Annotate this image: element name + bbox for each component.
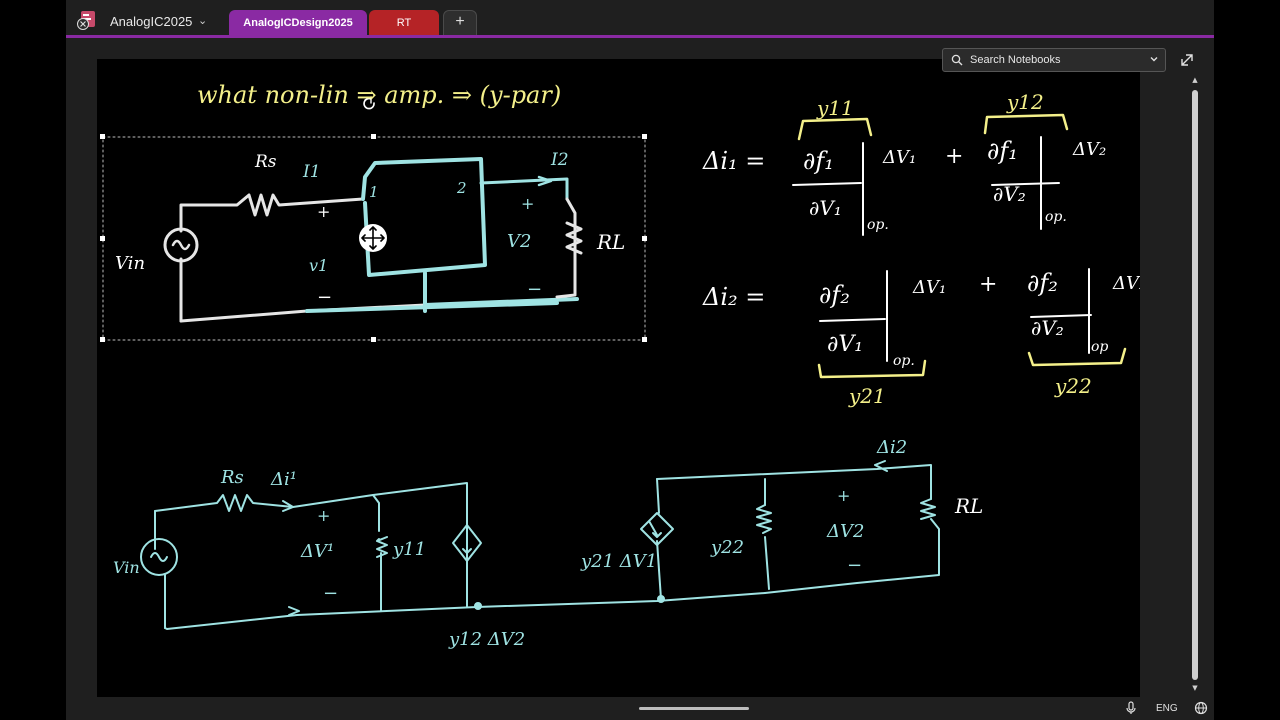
svg-text:op: op <box>1091 339 1108 355</box>
svg-text:1: 1 <box>369 183 379 201</box>
equation-2: Δi₂ = ∂f₂ ∂V₁ ΔV₁ op. + ∂f₂ ∂V₂ ΔV₂ op y… <box>702 269 1140 408</box>
title-text: what non-lin ⇒ amp. ⇒ (y-par) <box>197 81 561 109</box>
svg-text:op.: op. <box>1045 209 1067 225</box>
svg-text:ΔV₂: ΔV₂ <box>1112 273 1140 294</box>
svg-text:+: + <box>945 144 963 169</box>
svg-text:Δi₂ =: Δi₂ = <box>702 283 765 311</box>
accent-line <box>66 35 1214 38</box>
scroll-down-icon[interactable]: ▼ <box>1190 684 1200 692</box>
svg-text:−: − <box>317 287 332 308</box>
svg-text:ΔV₂: ΔV₂ <box>1072 139 1106 160</box>
svg-text:ΔV2: ΔV2 <box>826 521 864 542</box>
svg-text:∂f₁: ∂f₁ <box>803 147 834 175</box>
bottom-circuit-output <box>640 460 940 603</box>
svg-text:Vin: Vin <box>113 558 140 577</box>
bottom-circuit-labels: Vin Rs Δi¹ + ΔV¹ − y11 y12 ΔV2 y21 ΔV1 y… <box>113 437 907 650</box>
chevron-down-icon[interactable]: ⌄ <box>198 14 207 27</box>
svg-text:−: − <box>323 583 338 604</box>
svg-text:+: + <box>317 202 330 221</box>
svg-text:∂V₁: ∂V₁ <box>827 332 863 357</box>
svg-text:∂f₂: ∂f₂ <box>1027 269 1058 297</box>
svg-text:+: + <box>979 272 997 297</box>
globe-icon[interactable] <box>1194 701 1208 715</box>
scroll-up-icon[interactable]: ▲ <box>1190 76 1200 84</box>
language-indicator[interactable]: ENG <box>1156 703 1178 714</box>
tab-rt[interactable]: RT <box>369 10 439 36</box>
svg-text:V2: V2 <box>507 231 531 252</box>
notebook-name[interactable]: AnalogIC2025 <box>110 14 192 29</box>
svg-text:2: 2 <box>456 179 467 197</box>
svg-text:op.: op. <box>893 353 915 369</box>
svg-text:Rs: Rs <box>254 152 277 172</box>
add-tab-button[interactable]: + <box>443 10 477 36</box>
svg-text:−: − <box>847 555 862 576</box>
svg-text:v1: v1 <box>309 256 328 275</box>
title-bar: AnalogIC2025 ⌄ AnalogICDesign2025 RT + <box>66 0 1214 36</box>
svg-text:Δi¹: Δi¹ <box>270 469 297 490</box>
svg-text:+: + <box>837 486 850 505</box>
equation-1: Δi₁ = ∂f₁ ∂V₁ ΔV₁ op. + ∂f₁ ∂V₂ ΔV₂ op. … <box>702 90 1106 233</box>
expand-icon[interactable] <box>1178 50 1196 70</box>
svg-text:∂f₁: ∂f₁ <box>987 137 1018 165</box>
svg-text:Vin: Vin <box>115 253 145 274</box>
svg-text:−: − <box>527 279 542 300</box>
scroll-thumb[interactable] <box>1192 90 1198 680</box>
equation-2-strokes <box>817 268 1127 379</box>
status-bar: ENG <box>66 697 1214 720</box>
svg-text:y21: y21 <box>848 384 886 408</box>
search-notebooks-box[interactable] <box>942 48 1166 72</box>
search-input[interactable] <box>970 51 1140 69</box>
close-icon[interactable] <box>77 18 89 30</box>
svg-text:ΔV¹: ΔV¹ <box>300 541 334 562</box>
svg-text:y21 ΔV1: y21 ΔV1 <box>580 551 657 572</box>
svg-text:∂f₂: ∂f₂ <box>819 281 850 309</box>
microphone-icon[interactable] <box>1124 701 1138 715</box>
home-indicator <box>639 707 749 710</box>
svg-text:y12 ΔV2: y12 ΔV2 <box>448 629 525 650</box>
svg-text:y12: y12 <box>1006 90 1044 114</box>
top-circuit <box>100 96 647 342</box>
top-circuit-port-labels: I1 I2 1 2 v1 V2 + − <box>302 150 569 300</box>
svg-text:∂V₁: ∂V₁ <box>809 196 842 220</box>
ink-drawing: what non-lin ⇒ amp. ⇒ (y-par) Vin Rs RL … <box>100 81 1140 650</box>
onenote-window: AnalogIC2025 ⌄ AnalogICDesign2025 RT + w… <box>66 0 1214 720</box>
search-icon <box>951 54 963 66</box>
svg-text:Rs: Rs <box>220 467 244 488</box>
svg-text:Δi₁ =: Δi₁ = <box>702 147 765 175</box>
svg-text:Δi2: Δi2 <box>876 437 907 458</box>
svg-text:y22: y22 <box>1054 374 1092 398</box>
svg-text:ΔV₁: ΔV₁ <box>882 147 916 168</box>
vertical-scrollbar[interactable]: ▲ ▼ <box>1190 74 1202 696</box>
svg-text:RL: RL <box>596 230 625 254</box>
bottom-load-label: RL <box>954 494 983 518</box>
svg-text:+: + <box>317 506 330 525</box>
svg-text:y11: y11 <box>392 539 426 560</box>
chevron-down-icon[interactable] <box>1149 54 1159 64</box>
bottom-circuit-input <box>140 482 766 630</box>
svg-text:y11: y11 <box>816 96 854 120</box>
svg-text:I1: I1 <box>302 162 321 182</box>
svg-text:∂V₂: ∂V₂ <box>1031 316 1064 340</box>
svg-text:I2: I2 <box>550 150 569 170</box>
svg-text:y22: y22 <box>710 537 744 558</box>
page-canvas[interactable]: what non-lin ⇒ amp. ⇒ (y-par) Vin Rs RL … <box>97 59 1140 697</box>
svg-text:op.: op. <box>867 217 889 233</box>
svg-text:+: + <box>521 194 534 213</box>
svg-text:ΔV₁: ΔV₁ <box>912 277 946 298</box>
svg-text:∂V₂: ∂V₂ <box>993 182 1026 206</box>
tab-analogicdesign2025[interactable]: AnalogICDesign2025 <box>229 10 367 36</box>
